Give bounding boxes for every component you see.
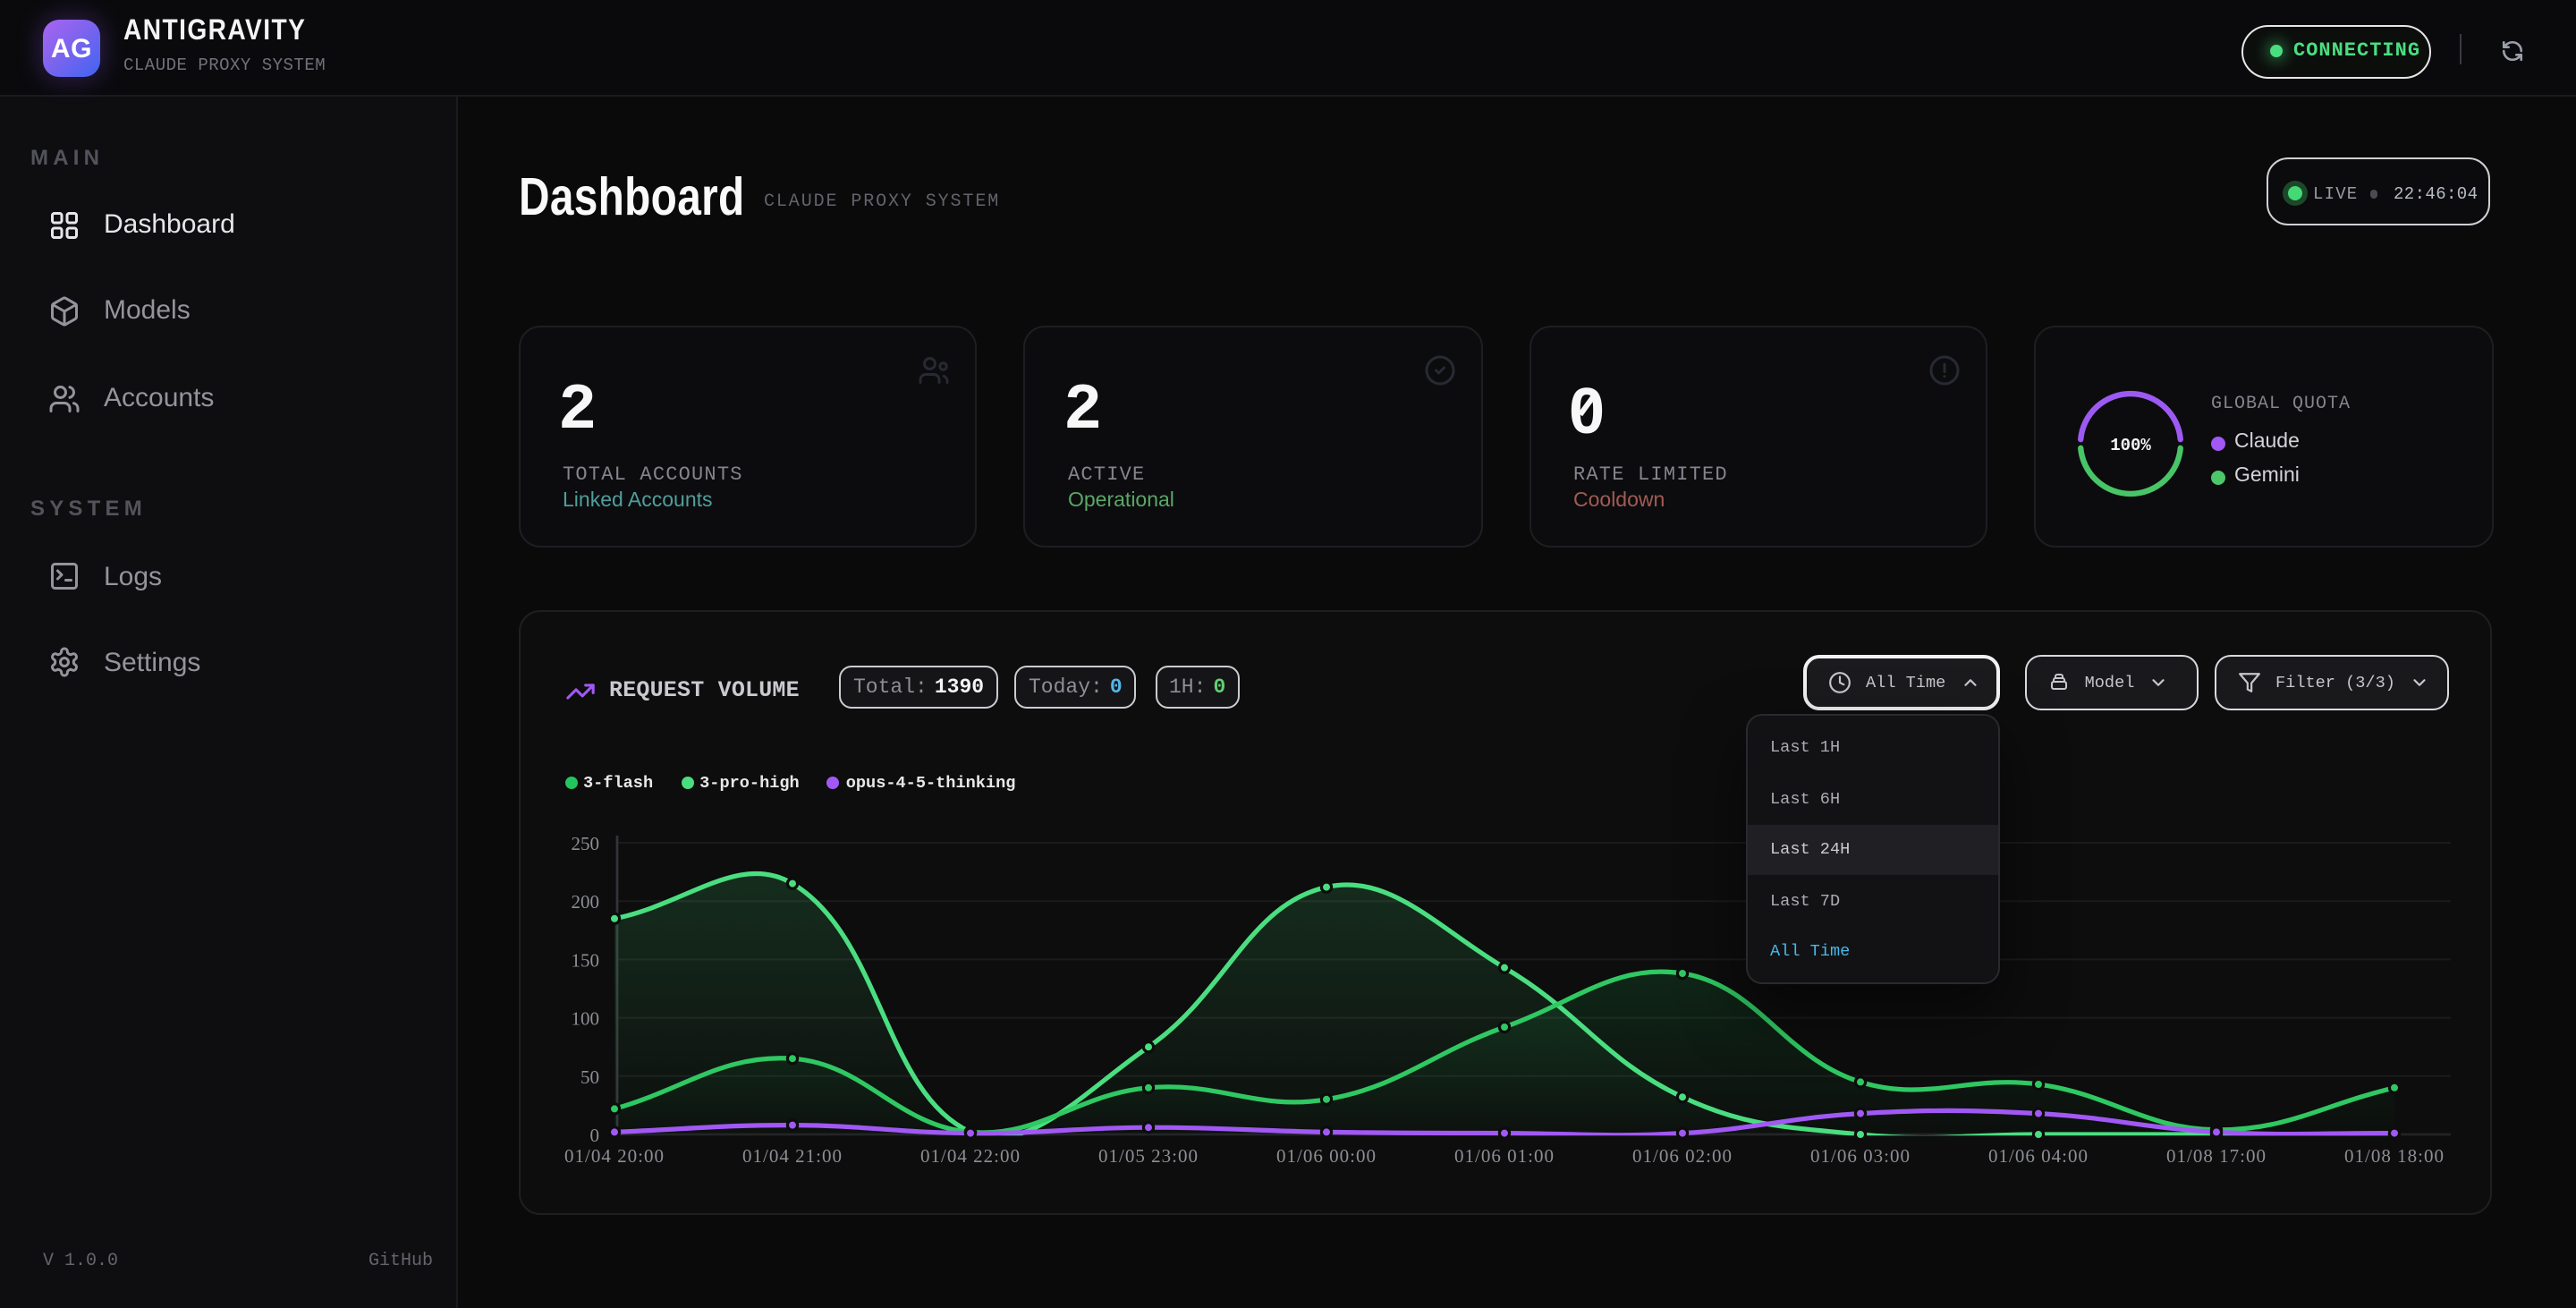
svg-text:200: 200 [571,890,599,912]
svg-text:150: 150 [571,948,599,970]
svg-text:100: 100 [571,1007,599,1029]
svg-text:01/04 22:00: 01/04 22:00 [919,1144,1020,1166]
svg-text:100%: 100% [2110,435,2151,454]
svg-text:01/06 00:00: 01/06 00:00 [1275,1144,1376,1166]
svg-text:01/06 03:00: 01/06 03:00 [1809,1144,1910,1166]
svg-text:50: 50 [580,1066,598,1087]
svg-text:01/06 02:00: 01/06 02:00 [1631,1144,1732,1166]
svg-text:01/08 17:00: 01/08 17:00 [2165,1144,2266,1166]
svg-text:01/08 18:00: 01/08 18:00 [2343,1144,2444,1166]
svg-text:01/04 20:00: 01/04 20:00 [564,1144,664,1166]
svg-text:0: 0 [589,1124,599,1145]
svg-text:01/06 04:00: 01/06 04:00 [1987,1144,2088,1166]
svg-text:250: 250 [571,832,599,854]
svg-text:01/05 23:00: 01/05 23:00 [1097,1144,1198,1166]
svg-text:01/06 01:00: 01/06 01:00 [1453,1144,1554,1166]
svg-text:01/04 21:00: 01/04 21:00 [741,1144,842,1166]
